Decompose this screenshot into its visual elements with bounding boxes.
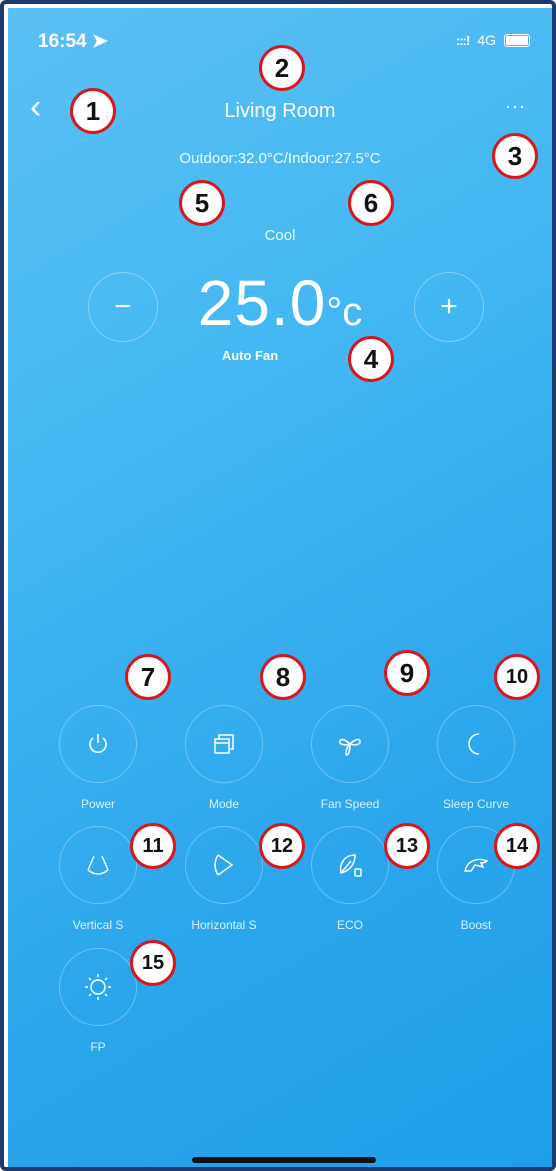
annotation-badge: 8 <box>260 654 306 700</box>
ac-control-screen: 16:54 ➤ :::! 4G ‹ Living Room ··· Outdoo… <box>8 8 552 1167</box>
outdoor-indoor-temps: Outdoor:32.0°C/Indoor:27.5°C <box>179 150 381 167</box>
vertical-swing-button[interactable]: Vertical S <box>58 826 138 932</box>
sleep-curve-button[interactable]: Sleep Curve <box>436 705 516 811</box>
annotation-badge: 1 <box>70 88 116 134</box>
control-label: Power <box>80 797 115 811</box>
annotation-badge: 6 <box>348 180 394 226</box>
mode-icon <box>185 705 263 783</box>
vertical-swing-icon <box>59 826 137 904</box>
annotation-badge: 15 <box>130 940 176 986</box>
eco-button[interactable]: ECO <box>310 826 390 932</box>
control-label: Sleep Curve <box>442 797 510 811</box>
fan-speed-button[interactable]: Fan Speed <box>310 705 390 811</box>
annotation-badge: 14 <box>494 823 540 869</box>
setpoint-value: 25.0 <box>197 267 327 339</box>
control-label: Vertical S <box>72 918 124 932</box>
mode-button[interactable]: Mode <box>184 705 264 811</box>
setpoint-unit: °c <box>326 290 363 334</box>
control-label: Horizontal S <box>191 918 257 932</box>
power-button[interactable]: Power <box>58 705 138 811</box>
horizontal-swing-button[interactable]: Horizontal S <box>184 826 264 932</box>
battery-icon <box>504 33 530 47</box>
mode-label: Cool <box>264 227 296 244</box>
moon-icon <box>437 705 515 783</box>
annotation-badge: 2 <box>259 45 305 91</box>
signal-icon: :::! <box>455 32 470 48</box>
horizontal-swing-icon <box>185 826 263 904</box>
network-label: 4G <box>477 32 496 48</box>
sun-icon <box>59 948 137 1026</box>
fp-button[interactable]: FP <box>58 948 138 1054</box>
annotation-badge: 9 <box>384 650 430 696</box>
annotation-badge: 13 <box>384 823 430 869</box>
annotation-badge: 7 <box>125 654 171 700</box>
control-label: Boost <box>460 918 492 932</box>
more-options-icon[interactable]: ··· <box>505 96 526 117</box>
status-time: 16:54 ➤ <box>38 31 108 52</box>
home-indicator[interactable] <box>192 1157 376 1163</box>
control-label: Fan Speed <box>320 797 380 811</box>
annotation-badge: 12 <box>259 823 305 869</box>
fan-status: Auto Fan <box>221 348 279 363</box>
increase-temp-button[interactable]: + <box>414 272 484 342</box>
control-label: ECO <box>336 918 363 932</box>
fan-icon <box>311 705 389 783</box>
annotation-badge: 5 <box>179 180 225 226</box>
annotation-badge: 3 <box>492 133 538 179</box>
annotation-badge: 11 <box>130 823 176 869</box>
eco-icon <box>311 826 389 904</box>
control-label: Mode <box>208 797 240 811</box>
power-icon <box>59 705 137 783</box>
screenshot-frame: 16:54 ➤ :::! 4G ‹ Living Room ··· Outdoo… <box>0 0 556 1171</box>
status-bar-right: :::! 4G <box>456 32 530 48</box>
annotation-badge: 4 <box>348 336 394 382</box>
control-label: FP <box>90 1040 106 1054</box>
annotation-badge: 10 <box>494 654 540 700</box>
